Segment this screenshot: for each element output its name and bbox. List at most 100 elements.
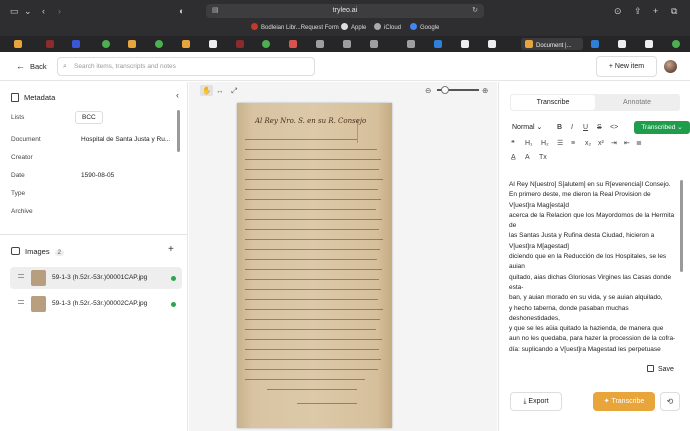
- zoom-in-icon[interactable]: ⊕: [482, 85, 488, 96]
- metadata-value[interactable]: Hospital de Santa Justa y Ru...: [81, 136, 170, 143]
- browser-tab[interactable]: [668, 38, 684, 50]
- italic-icon[interactable]: I: [571, 122, 573, 133]
- tab-overview-icon[interactable]: ⧉: [671, 5, 677, 17]
- sidebar-toggle-icon[interactable]: ▭: [10, 5, 19, 17]
- browser-tab[interactable]: [614, 38, 630, 50]
- browser-tab[interactable]: [339, 38, 355, 50]
- numbered-list-icon[interactable]: ☰: [557, 138, 563, 149]
- reload-icon[interactable]: ↻: [472, 4, 478, 18]
- image-list-item[interactable]: 59-1-3 (h.52r.-53r.)00001CAP.jpg: [10, 267, 182, 289]
- highlight-icon[interactable]: A̲: [511, 152, 516, 163]
- browser-tab[interactable]: [98, 38, 114, 50]
- new-tab-icon[interactable]: +: [653, 5, 658, 17]
- browser-tab[interactable]: [403, 38, 419, 50]
- back-button[interactable]: ← Back: [16, 61, 47, 72]
- chevron-down-icon[interactable]: ⌄: [24, 5, 32, 17]
- drag-handle-icon[interactable]: [18, 274, 24, 275]
- tab-icon: [182, 40, 190, 48]
- manuscript-line: [245, 309, 383, 310]
- tab-transcribe[interactable]: Transcribe: [511, 95, 595, 110]
- browser-tab[interactable]: [258, 38, 274, 50]
- browser-tab[interactable]: [124, 38, 140, 50]
- image-list-item[interactable]: 59-1-3 (h.52r.-53r.)00002CAP.jpg: [10, 293, 182, 315]
- browser-tab-active[interactable]: Document |...: [521, 38, 583, 50]
- save-button[interactable]: Save: [647, 365, 674, 375]
- tab-icon: [488, 40, 496, 48]
- metadata-scrollbar[interactable]: [177, 110, 180, 152]
- back-arrow-icon[interactable]: ‹: [42, 5, 45, 17]
- bullet-list-icon[interactable]: ≡: [571, 138, 575, 149]
- new-item-button[interactable]: + New item: [596, 56, 657, 77]
- heading2-icon[interactable]: H₂: [541, 138, 549, 149]
- manuscript-line: [245, 259, 377, 260]
- image-filename: 59-1-3 (h.52r.-53r.)00002CAP.jpg: [52, 300, 148, 307]
- bold-icon[interactable]: B: [557, 122, 562, 133]
- drag-handle-icon[interactable]: [18, 300, 24, 301]
- manuscript-page-image[interactable]: Al Rey Nro. S. en su R. Consejo: [237, 103, 392, 428]
- manuscript-line: [245, 229, 379, 230]
- image-viewer: ✋ ↔ ⤢ ⊖ ⊕ Al Rey Nro. S. en su R. Consej…: [189, 82, 497, 431]
- indent-icon[interactable]: ⇥: [611, 138, 617, 149]
- browser-tab[interactable]: [285, 38, 301, 50]
- metadata-value[interactable]: 1590-08-05: [81, 172, 114, 179]
- tab-icon: [316, 40, 324, 48]
- export-button[interactable]: ⤓ Export: [510, 392, 562, 411]
- add-image-button[interactable]: +: [168, 244, 174, 255]
- code-icon[interactable]: <>: [610, 122, 618, 133]
- search-input[interactable]: ⌕ Search items, transcripts and notes: [57, 57, 315, 76]
- manuscript-line: [245, 269, 382, 270]
- text-style-select[interactable]: Normal ⌄: [512, 122, 542, 133]
- share-icon[interactable]: ⇪: [634, 5, 642, 17]
- avatar[interactable]: [664, 60, 677, 73]
- clear-format-icon[interactable]: Tx: [539, 152, 547, 163]
- strikethrough-icon[interactable]: S: [597, 122, 602, 133]
- outdent-icon[interactable]: ⇤: [624, 138, 630, 149]
- manuscript-line: [245, 149, 377, 150]
- shield-icon[interactable]: ◐: [179, 5, 184, 17]
- fit-width-icon[interactable]: ↔: [216, 85, 224, 96]
- collapse-panel-icon[interactable]: ‹: [176, 90, 179, 100]
- transcription-scrollbar[interactable]: [680, 180, 683, 272]
- tab-annotate[interactable]: Annotate: [595, 95, 679, 110]
- browser-tab[interactable]: [366, 38, 382, 50]
- transcription-line: esta-: [509, 283, 524, 291]
- subscript-icon[interactable]: x₂: [585, 138, 591, 149]
- browser-tab[interactable]: [312, 38, 328, 50]
- browser-tab[interactable]: [641, 38, 657, 50]
- browser-tab[interactable]: [457, 38, 473, 50]
- browser-tab[interactable]: [10, 38, 26, 50]
- fullscreen-icon[interactable]: ⤢: [231, 85, 237, 96]
- blockquote-icon[interactable]: ❝: [511, 138, 515, 149]
- favorite-item[interactable]: iCloud: [374, 22, 401, 35]
- browser-tab[interactable]: [430, 38, 446, 50]
- heading1-icon[interactable]: H₁: [525, 138, 532, 149]
- transcription-text[interactable]: Al Rey N[uestro] S[alutem] en su R[evere…: [509, 180, 679, 354]
- history-button[interactable]: ⟲: [660, 392, 680, 411]
- browser-tab[interactable]: [484, 38, 500, 50]
- underline-icon[interactable]: U: [583, 122, 588, 133]
- list-chip[interactable]: BCC: [75, 111, 103, 124]
- transcription-line: auian: [509, 263, 525, 271]
- superscript-icon[interactable]: x²: [598, 138, 604, 149]
- browser-tab[interactable]: [42, 38, 58, 50]
- browser-tab[interactable]: [178, 38, 194, 50]
- forward-arrow-icon[interactable]: ›: [58, 5, 61, 17]
- favorite-item[interactable]: Bodleian Libr...Request Form: [251, 22, 339, 35]
- browser-tab[interactable]: [232, 38, 248, 50]
- favorite-item[interactable]: Google: [410, 22, 439, 35]
- hand-tool-icon[interactable]: ✋: [200, 85, 214, 96]
- zoom-slider-handle[interactable]: [441, 86, 449, 94]
- favorite-item[interactable]: Apple: [341, 22, 366, 35]
- status-badge[interactable]: Transcribed ⌄: [634, 121, 690, 134]
- images-heading: Images 2: [11, 247, 64, 256]
- download-icon[interactable]: ⊙: [614, 5, 622, 17]
- text-color-icon[interactable]: A: [525, 152, 530, 163]
- align-icon[interactable]: ≣: [636, 138, 642, 149]
- browser-tab[interactable]: [205, 38, 221, 50]
- transcribe-button[interactable]: ✦ Transcribe: [593, 392, 655, 411]
- zoom-out-icon[interactable]: ⊖: [425, 85, 431, 96]
- address-bar[interactable]: ▤ tryleo.ai ↻: [206, 4, 484, 18]
- browser-tab[interactable]: [587, 38, 603, 50]
- browser-tab[interactable]: [151, 38, 167, 50]
- browser-tab[interactable]: [68, 38, 84, 50]
